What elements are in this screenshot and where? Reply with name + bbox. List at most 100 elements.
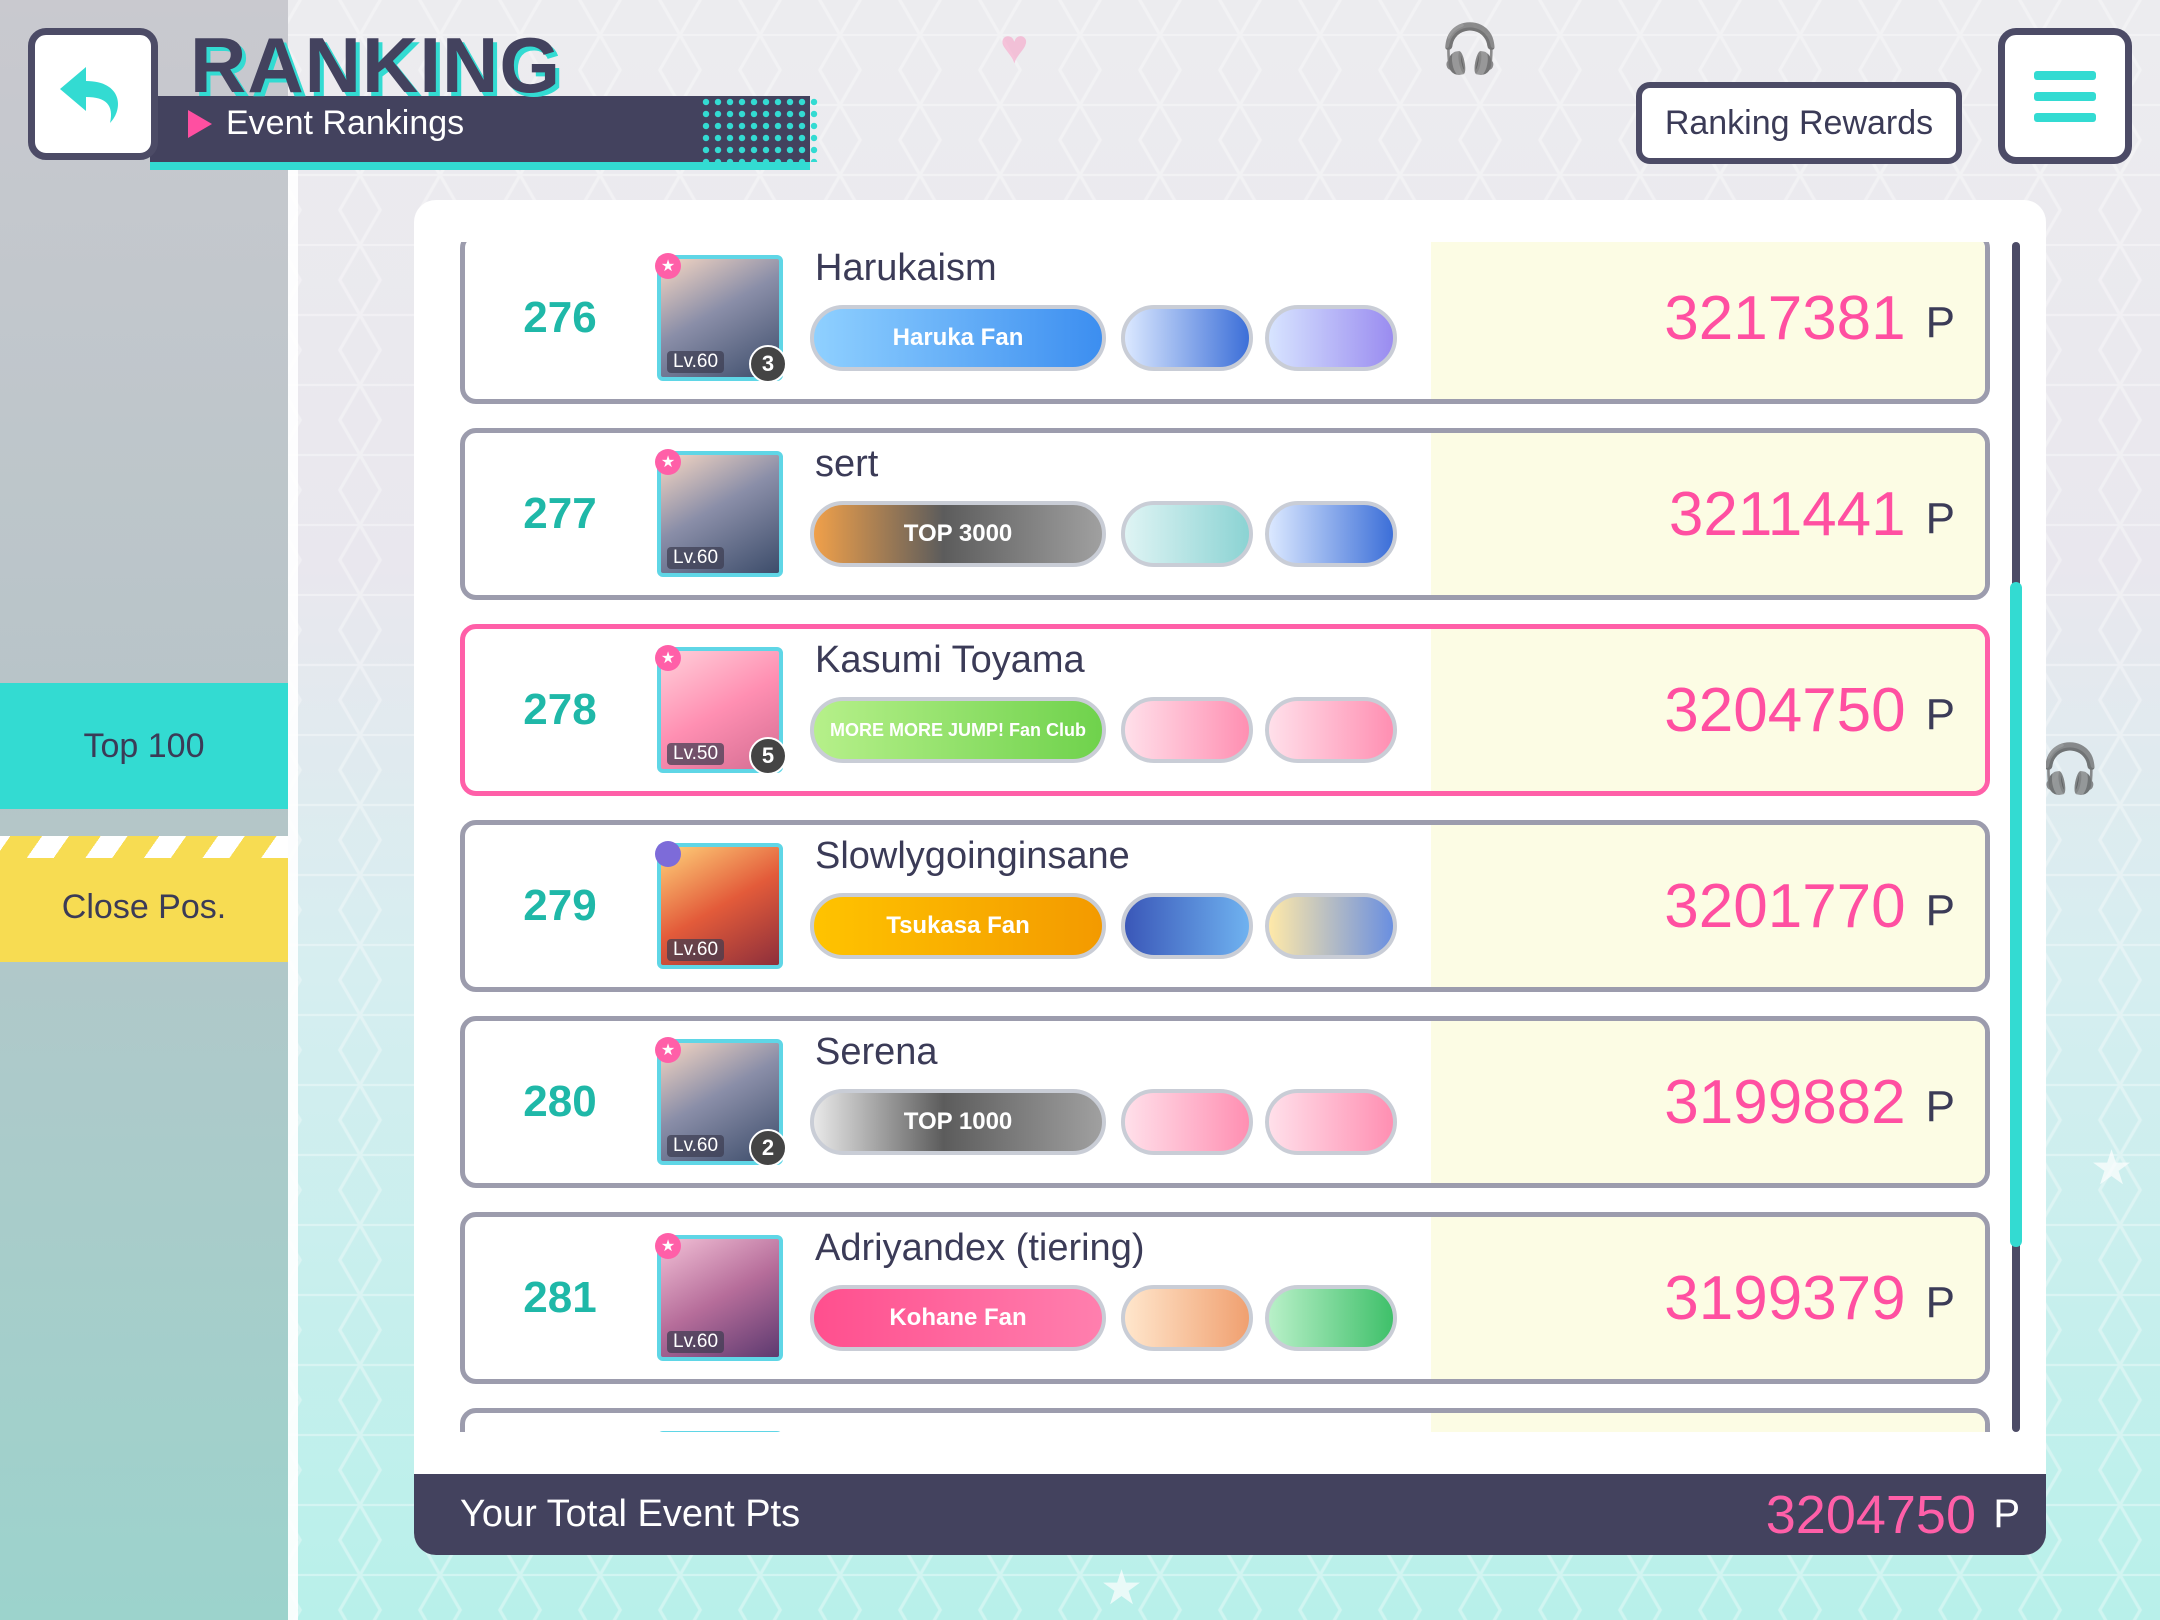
- rank-number: 281: [523, 1273, 597, 1322]
- menu-icon-bar: [2034, 112, 2096, 122]
- star-icon: ★: [2090, 1142, 2134, 1195]
- ranking-row[interactable]: 280 ★ Lv.60 2 Serena TOP 1000 3199882 P: [460, 1016, 1990, 1188]
- score-value: 3201770: [1664, 871, 1906, 941]
- character-badge: [1121, 697, 1253, 763]
- player-score: 3204750 P: [1664, 629, 1955, 791]
- item-badge: [1265, 1285, 1397, 1351]
- left-sidebar: Top 100 Close Pos.: [0, 0, 298, 1620]
- character-badge: [1265, 893, 1397, 959]
- player-score: 3217381 P: [1664, 242, 1955, 399]
- title-badge-text: TOP 3000: [903, 520, 1013, 547]
- ranking-list[interactable]: 276 ★ Lv.60 3 Harukaism Haruka Fan 32173…: [460, 242, 1990, 1432]
- menu-button[interactable]: [1998, 28, 2132, 164]
- header-dots: [700, 96, 820, 162]
- player-avatar[interactable]: ★ Lv.60: [655, 1233, 783, 1361]
- player-level: Lv.60: [667, 1331, 725, 1353]
- page-title: RANKING: [190, 21, 561, 109]
- score-unit: P: [1925, 1278, 1955, 1327]
- ranking-row[interactable]: [460, 1408, 1990, 1432]
- ranking-panel: 276 ★ Lv.60 3 Harukaism Haruka Fan 32173…: [414, 200, 2046, 1555]
- score-value: 3204750: [1664, 675, 1906, 745]
- event-badge: [1265, 305, 1397, 371]
- score-unit: P: [1925, 494, 1955, 543]
- player-score: 3211441 P: [1669, 433, 1955, 595]
- rank-number: 280: [523, 1077, 597, 1126]
- rank-number: 277: [523, 489, 597, 538]
- player-avatar[interactable]: [657, 1431, 783, 1432]
- title-badge-text: MORE MORE JUMP! Fan Club: [830, 719, 1086, 740]
- ranking-row[interactable]: 277 ★ Lv.60 sert TOP 3000 3211441 P: [460, 428, 1990, 600]
- tab-top-100[interactable]: Top 100: [0, 683, 288, 809]
- player-level: Lv.60: [667, 351, 725, 373]
- player-name: Adriyandex (tiering): [815, 1227, 1145, 1269]
- mastery-badge: 5: [749, 737, 787, 775]
- ranking-rewards-button[interactable]: Ranking Rewards: [1636, 82, 1962, 164]
- gift-badge: [1265, 1089, 1397, 1155]
- player-avatar[interactable]: ★ Lv.60: [655, 449, 783, 577]
- title-badge-text: Kohane Fan: [889, 1304, 1027, 1331]
- page-subtitle-text: Event Rankings: [226, 104, 465, 142]
- menu-icon-bar: [2034, 70, 2096, 80]
- star-icon: ★: [1100, 1562, 1144, 1615]
- player-level: Lv.50: [667, 743, 725, 765]
- score-value: 3217381: [1664, 283, 1906, 353]
- rank-number: 276: [523, 293, 597, 342]
- score-value: 3199379: [1664, 1263, 1906, 1333]
- score-unit: P: [1925, 1082, 1955, 1131]
- player-score: 3201770 P: [1664, 825, 1955, 987]
- scrollbar-thumb[interactable]: [2010, 582, 2022, 1247]
- player-level: Lv.60: [667, 1135, 725, 1157]
- character-badge: [1265, 697, 1397, 763]
- headphones-icon: 🎧: [2040, 743, 2100, 796]
- back-arrow-icon: [60, 67, 119, 123]
- title-badge: Tsukasa Fan: [810, 893, 1106, 959]
- player-name: sert: [815, 443, 879, 485]
- player-level: Lv.60: [667, 939, 725, 961]
- star-icon: ★: [655, 1037, 681, 1063]
- star-icon: ★: [655, 253, 681, 279]
- player-name: Slowlygoinginsane: [815, 835, 1130, 877]
- star-icon: ★: [655, 645, 681, 671]
- total-points-value: 3204750: [1765, 1484, 1976, 1545]
- total-points-label: Your Total Event Pts: [460, 1493, 801, 1535]
- score-unit: P: [1925, 298, 1955, 347]
- player-name: Harukaism: [815, 247, 997, 289]
- ranking-row[interactable]: 279 Lv.60 Slowlygoinginsane Tsukasa Fan …: [460, 820, 1990, 992]
- title-badge: Haruka Fan: [810, 305, 1106, 371]
- player-avatar[interactable]: Lv.60: [655, 841, 783, 969]
- title-badge: Kohane Fan: [810, 1285, 1106, 1351]
- title-badge-text: Tsukasa Fan: [886, 912, 1030, 939]
- tab-close-pos-label: Close Pos.: [61, 887, 227, 926]
- player-avatar[interactable]: ★ Lv.60 3: [655, 253, 787, 383]
- total-points-unit: P: [1993, 1492, 2020, 1536]
- player-name: Serena: [815, 1031, 938, 1073]
- score-unit: P: [1925, 690, 1955, 739]
- ranking-row[interactable]: 276 ★ Lv.60 3 Harukaism Haruka Fan 32173…: [460, 242, 1990, 404]
- rank-number: 278: [523, 685, 597, 734]
- heart-icon: ♥: [1000, 21, 1029, 74]
- headphones-icon: 🎧: [1440, 23, 1500, 76]
- player-avatar[interactable]: ★ Lv.50 5: [655, 645, 787, 775]
- player-level: Lv.60: [667, 547, 725, 569]
- play-triangle-icon: [188, 109, 212, 138]
- menu-icon-bar: [2034, 91, 2096, 101]
- player-name: Kasumi Toyama: [815, 639, 1085, 681]
- player-avatar[interactable]: ★ Lv.60 2: [655, 1037, 787, 1167]
- page-subtitle: Event Rankings: [188, 104, 464, 143]
- character-badge: [1121, 1285, 1253, 1351]
- ranking-row[interactable]: 281 ★ Lv.60 Adriyandex (tiering) Kohane …: [460, 1212, 1990, 1384]
- title-badge-text: Haruka Fan: [892, 324, 1024, 351]
- total-points-bar: Your Total Event Pts 3204750 P: [414, 1474, 2046, 1555]
- moon-icon: [655, 841, 681, 867]
- hearts-badge: [1121, 1089, 1253, 1155]
- character-badge: [1121, 893, 1253, 959]
- mastery-badge: 2: [749, 1129, 787, 1167]
- star-icon: ★: [655, 449, 681, 475]
- tab-close-pos[interactable]: Close Pos.: [0, 836, 288, 962]
- score-value: 3199882: [1664, 1067, 1906, 1137]
- player-score: 3199379 P: [1664, 1217, 1955, 1379]
- score-unit: P: [1925, 886, 1955, 935]
- title-badge: TOP 3000: [810, 501, 1106, 567]
- ranking-row-current-user[interactable]: 278 ★ Lv.50 5 Kasumi Toyama MORE MORE JU…: [460, 624, 1990, 796]
- back-button[interactable]: [28, 28, 158, 160]
